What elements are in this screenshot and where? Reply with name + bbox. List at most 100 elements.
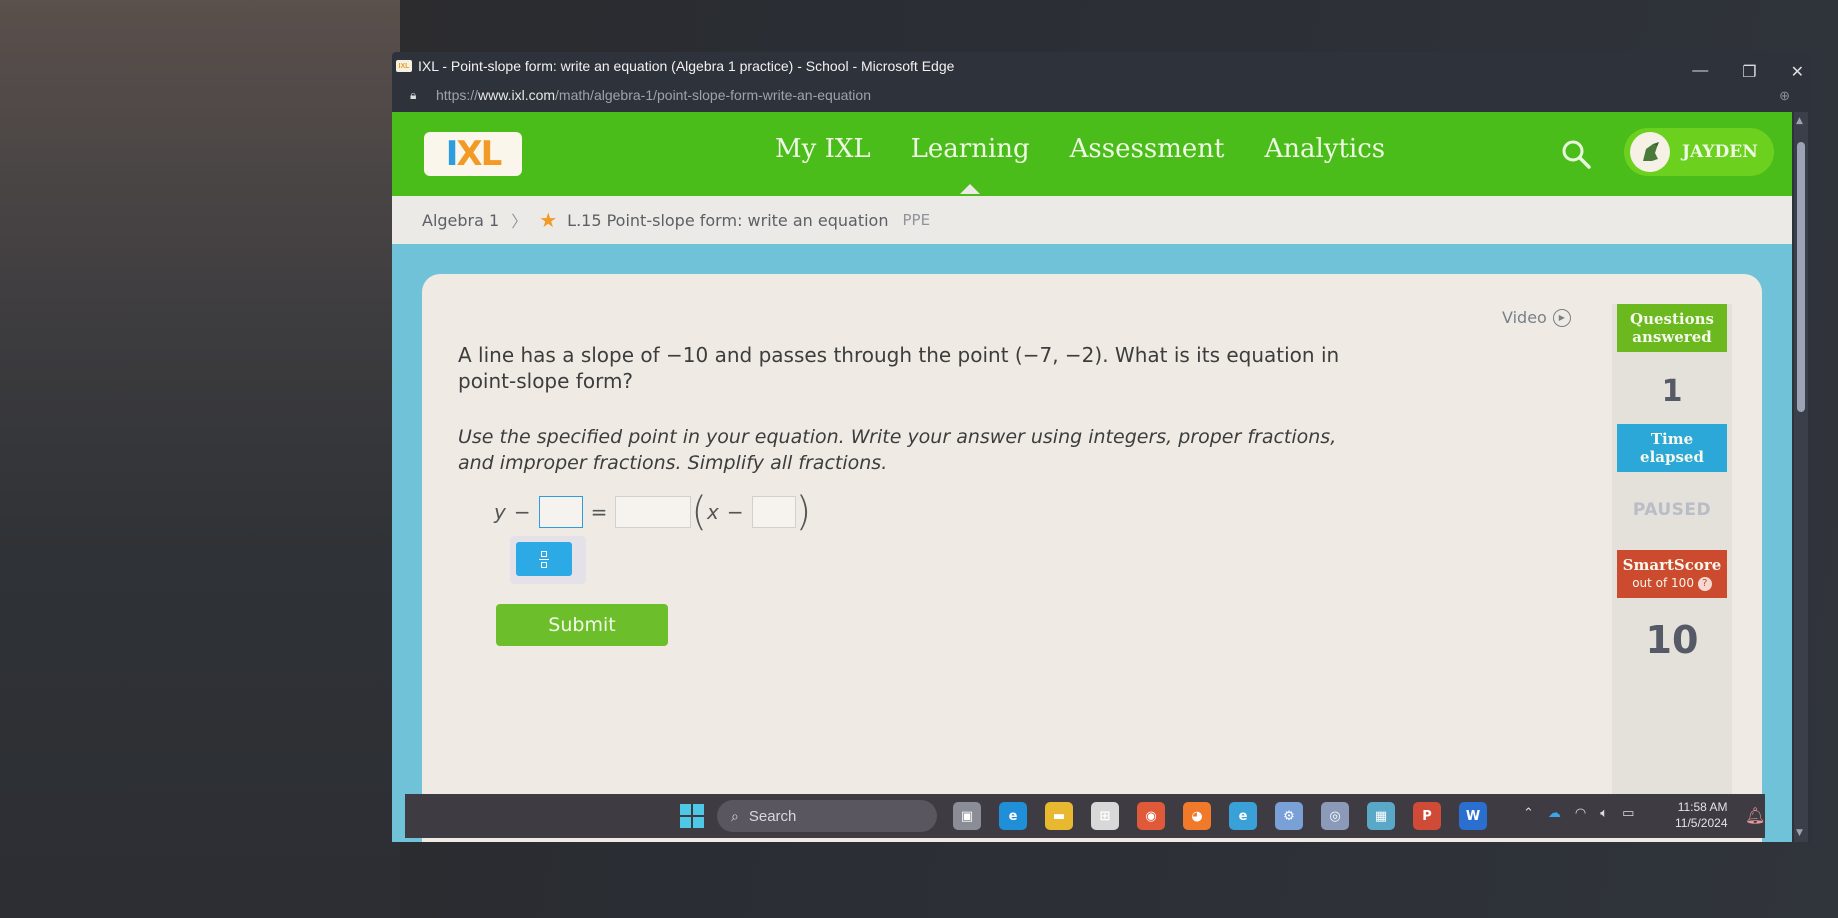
math-keypad: [510, 536, 586, 584]
questions-label-line1: Questions: [1630, 310, 1714, 328]
open-paren: (: [691, 489, 707, 535]
play-icon: ▶: [1552, 308, 1571, 327]
submit-button[interactable]: Submit: [496, 604, 668, 646]
nav-my-ixl[interactable]: My IXL: [775, 134, 871, 164]
help-icon[interactable]: ?: [1697, 576, 1712, 591]
taskbar: ⌕ Search ▣ e ▬ ⊞ ◉ ◕ e ⚙ ◎ ▦ P W ⌃ ☁ ◠ 🔈︎ ▭ 11:58 A…: [405, 794, 1765, 838]
minus-sign: −: [513, 500, 531, 524]
zoom-indicator-icon[interactable]: ⊕: [1779, 88, 1790, 104]
logo-i: I: [445, 134, 459, 174]
question-instructions: Use the specified point in your equation…: [458, 426, 1337, 474]
scroll-thumb[interactable]: [1797, 142, 1805, 412]
breadcrumb-separator-icon: 〉: [511, 212, 528, 231]
stats-panel: Questions answered 1 Time elapsed PAUSED…: [1612, 304, 1732, 824]
notification-bell-icon[interactable]: 🔔︎: [1745, 806, 1765, 825]
smartscore-subtitle: out of 100 ?: [1617, 574, 1727, 592]
taskbar-search-placeholder: Search: [748, 807, 797, 825]
fraction-icon-numerator: [541, 550, 547, 557]
logo-xl: XL: [456, 134, 502, 174]
address-bar[interactable]: 🔒︎ https:// www.ixl.com /math/algebra-1/…: [392, 82, 1812, 108]
breadcrumb-subject[interactable]: Algebra 1: [422, 211, 499, 230]
window-title: IXL - Point-slope form: write an equatio…: [418, 58, 955, 74]
search-icon: ⌕: [731, 807, 739, 824]
system-tray: ⌃ ☁ ◠ 🔈︎ ▭: [1523, 806, 1634, 821]
y-variable: y: [494, 500, 506, 524]
search-icon[interactable]: [1560, 138, 1592, 170]
nav-analytics[interactable]: Analytics: [1264, 134, 1385, 164]
smartscore-value: 10: [1645, 618, 1699, 662]
star-icon: ★: [539, 208, 558, 232]
background-desk: [0, 0, 400, 918]
questions-label-line2: answered: [1632, 328, 1712, 346]
lock-icon: 🔒︎: [410, 88, 417, 102]
user-menu[interactable]: JAYDEN: [1624, 128, 1774, 176]
onedrive-icon[interactable]: ☁: [1548, 806, 1561, 821]
edge-icon[interactable]: e: [999, 802, 1027, 830]
main-nav: My IXL Learning Assessment Analytics: [775, 134, 1385, 164]
user-name: JAYDEN: [1682, 142, 1758, 162]
word-icon[interactable]: W: [1459, 802, 1487, 830]
file-explorer-icon[interactable]: ▬: [1045, 802, 1073, 830]
task-view-icon[interactable]: ▣: [953, 802, 981, 830]
ixl-page: I XL My IXL Learning Assessment Analytics: [392, 112, 1792, 842]
taskbar-apps: ▣ e ▬ ⊞ ◉ ◕ e ⚙ ◎ ▦ P W: [953, 802, 1487, 830]
close-button[interactable]: ✕: [1791, 62, 1804, 82]
battery-icon[interactable]: ▭: [1622, 806, 1634, 821]
breadcrumb-skill: L.15 Point-slope form: write an equation: [567, 210, 889, 230]
taskbar-search[interactable]: ⌕ Search: [717, 800, 937, 832]
questions-answered-value: 1: [1661, 374, 1683, 409]
powerpoint-icon[interactable]: P: [1413, 802, 1441, 830]
fraction-button[interactable]: [516, 542, 572, 576]
x-variable: x: [706, 500, 719, 524]
chevron-up-icon[interactable]: ⌃: [1523, 806, 1534, 821]
breadcrumb: Algebra 1 〉 ★ L.15 Point-slope form: wri…: [392, 196, 1792, 244]
time-label-line2: elapsed: [1640, 448, 1704, 466]
volume-icon[interactable]: 🔈︎: [1600, 806, 1608, 821]
firefox-icon[interactable]: ◕: [1183, 802, 1211, 830]
video-label: Video: [1502, 308, 1547, 327]
wifi-icon[interactable]: ◠: [1575, 806, 1586, 821]
clock-date: 11/5/2024: [1675, 816, 1728, 830]
x1-input[interactable]: [751, 496, 796, 528]
url-scheme: https://: [436, 87, 479, 103]
nav-learning[interactable]: Learning: [911, 134, 1030, 164]
nav-assessment[interactable]: Assessment: [1070, 134, 1225, 164]
fraction-icon-denominator: [541, 561, 547, 568]
smartscore-out-of: out of 100: [1632, 576, 1694, 590]
microsoft-store-icon[interactable]: ⊞: [1091, 802, 1119, 830]
camera-icon[interactable]: ◎: [1321, 802, 1349, 830]
title-bar: IXL IXL - Point-slope form: write an equ…: [392, 52, 1812, 82]
avatar: [1630, 132, 1670, 172]
equals-sign: =: [590, 500, 608, 524]
time-label-line1: Time: [1650, 430, 1694, 448]
calculator-icon[interactable]: ▦: [1367, 802, 1395, 830]
chrome-icon[interactable]: ◉: [1137, 802, 1165, 830]
scroll-up-icon[interactable]: ▲: [1796, 116, 1803, 126]
ixl-favicon-icon: IXL: [396, 60, 412, 72]
window-controls: — ❐ ✕: [1692, 62, 1804, 82]
clock[interactable]: 11:58 AM 11/5/2024: [1675, 799, 1728, 831]
slope-input[interactable]: [615, 496, 692, 528]
minimize-button[interactable]: —: [1692, 62, 1708, 82]
scroll-down-icon[interactable]: ▼: [1796, 828, 1803, 838]
animal-avatar-icon: [1643, 142, 1659, 161]
windows-start-icon[interactable]: [680, 804, 704, 828]
clock-time: 11:58 AM: [1677, 800, 1728, 814]
practice-card: A line has a slope of −10 and passes thr…: [422, 274, 1762, 842]
time-status: PAUSED: [1632, 500, 1712, 520]
browser-window: IXL IXL - Point-slope form: write an equ…: [392, 52, 1812, 842]
ixl-logo[interactable]: I XL: [424, 132, 522, 176]
close-paren: ): [795, 489, 812, 535]
y1-input[interactable]: [538, 496, 583, 528]
time-elapsed-label: Time elapsed: [1617, 424, 1727, 472]
internet-explorer-icon[interactable]: e: [1229, 802, 1257, 830]
ixl-header: I XL My IXL Learning Assessment Analytics: [392, 112, 1792, 196]
question-prompt: A line has a slope of −10 and passes thr…: [458, 343, 1340, 393]
video-link[interactable]: Video ▶: [1502, 308, 1571, 327]
page-scrollbar[interactable]: ▲ ▼: [1794, 112, 1808, 842]
minus-sign: −: [726, 500, 744, 524]
restore-button[interactable]: ❐: [1742, 62, 1756, 82]
settings-icon[interactable]: ⚙: [1275, 802, 1303, 830]
questions-answered-label: Questions answered: [1617, 304, 1727, 352]
smartscore-label: SmartScore out of 100 ?: [1617, 550, 1727, 598]
